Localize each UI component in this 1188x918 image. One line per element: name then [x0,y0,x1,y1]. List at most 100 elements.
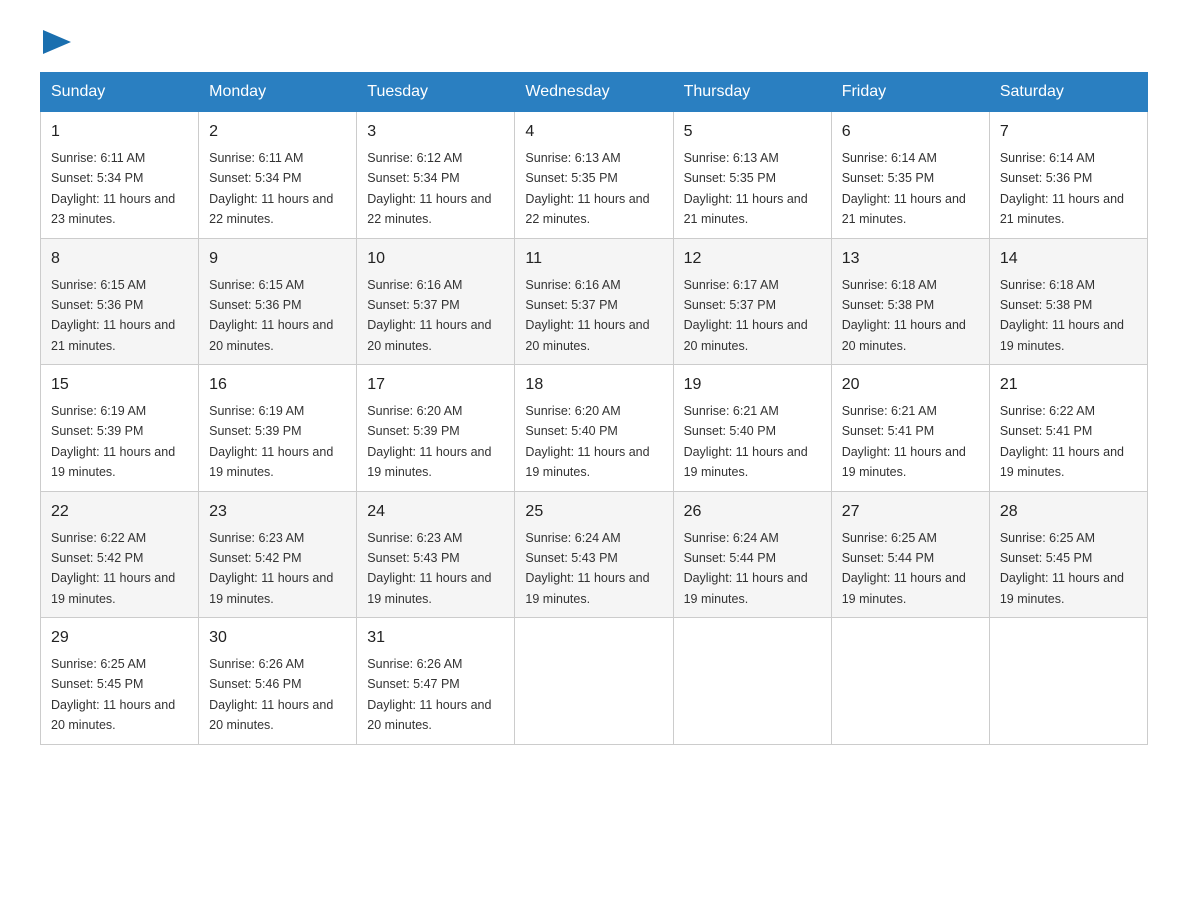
day-number: 2 [209,120,346,144]
day-info: Sunrise: 6:15 AMSunset: 5:36 PMDaylight:… [51,278,175,353]
day-number: 17 [367,373,504,397]
day-cell: 21 Sunrise: 6:22 AMSunset: 5:41 PMDaylig… [989,365,1147,492]
day-info: Sunrise: 6:18 AMSunset: 5:38 PMDaylight:… [842,278,966,353]
day-cell: 31 Sunrise: 6:26 AMSunset: 5:47 PMDaylig… [357,618,515,745]
day-cell: 17 Sunrise: 6:20 AMSunset: 5:39 PMDaylig… [357,365,515,492]
week-row-3: 15 Sunrise: 6:19 AMSunset: 5:39 PMDaylig… [41,365,1148,492]
day-number: 10 [367,247,504,271]
day-info: Sunrise: 6:14 AMSunset: 5:36 PMDaylight:… [1000,151,1124,226]
day-cell: 1 Sunrise: 6:11 AMSunset: 5:34 PMDayligh… [41,112,199,239]
day-cell: 20 Sunrise: 6:21 AMSunset: 5:41 PMDaylig… [831,365,989,492]
day-cell: 14 Sunrise: 6:18 AMSunset: 5:38 PMDaylig… [989,238,1147,365]
day-cell: 29 Sunrise: 6:25 AMSunset: 5:45 PMDaylig… [41,618,199,745]
day-info: Sunrise: 6:26 AMSunset: 5:46 PMDaylight:… [209,657,333,732]
day-cell: 16 Sunrise: 6:19 AMSunset: 5:39 PMDaylig… [199,365,357,492]
day-number: 6 [842,120,979,144]
day-cell [515,618,673,745]
day-cell: 10 Sunrise: 6:16 AMSunset: 5:37 PMDaylig… [357,238,515,365]
day-cell: 27 Sunrise: 6:25 AMSunset: 5:44 PMDaylig… [831,491,989,618]
day-number: 16 [209,373,346,397]
day-cell: 19 Sunrise: 6:21 AMSunset: 5:40 PMDaylig… [673,365,831,492]
day-cell: 15 Sunrise: 6:19 AMSunset: 5:39 PMDaylig… [41,365,199,492]
logo [40,30,71,52]
day-number: 18 [525,373,662,397]
header-saturday: Saturday [989,73,1147,112]
day-number: 3 [367,120,504,144]
day-number: 29 [51,626,188,650]
day-number: 13 [842,247,979,271]
day-number: 24 [367,500,504,524]
day-info: Sunrise: 6:20 AMSunset: 5:40 PMDaylight:… [525,404,649,479]
day-number: 7 [1000,120,1137,144]
day-number: 5 [684,120,821,144]
day-info: Sunrise: 6:22 AMSunset: 5:42 PMDaylight:… [51,531,175,606]
day-cell: 30 Sunrise: 6:26 AMSunset: 5:46 PMDaylig… [199,618,357,745]
day-cell: 7 Sunrise: 6:14 AMSunset: 5:36 PMDayligh… [989,112,1147,239]
calendar-header-row: SundayMondayTuesdayWednesdayThursdayFrid… [41,73,1148,112]
day-info: Sunrise: 6:23 AMSunset: 5:42 PMDaylight:… [209,531,333,606]
day-info: Sunrise: 6:21 AMSunset: 5:40 PMDaylight:… [684,404,808,479]
day-number: 26 [684,500,821,524]
day-cell: 9 Sunrise: 6:15 AMSunset: 5:36 PMDayligh… [199,238,357,365]
day-cell: 4 Sunrise: 6:13 AMSunset: 5:35 PMDayligh… [515,112,673,239]
day-info: Sunrise: 6:21 AMSunset: 5:41 PMDaylight:… [842,404,966,479]
day-info: Sunrise: 6:22 AMSunset: 5:41 PMDaylight:… [1000,404,1124,479]
header-monday: Monday [199,73,357,112]
logo-arrow-icon [43,30,71,54]
day-cell: 18 Sunrise: 6:20 AMSunset: 5:40 PMDaylig… [515,365,673,492]
day-number: 11 [525,247,662,271]
day-info: Sunrise: 6:17 AMSunset: 5:37 PMDaylight:… [684,278,808,353]
day-number: 27 [842,500,979,524]
day-info: Sunrise: 6:12 AMSunset: 5:34 PMDaylight:… [367,151,491,226]
day-info: Sunrise: 6:23 AMSunset: 5:43 PMDaylight:… [367,531,491,606]
day-cell: 22 Sunrise: 6:22 AMSunset: 5:42 PMDaylig… [41,491,199,618]
week-row-5: 29 Sunrise: 6:25 AMSunset: 5:45 PMDaylig… [41,618,1148,745]
day-info: Sunrise: 6:25 AMSunset: 5:45 PMDaylight:… [51,657,175,732]
day-info: Sunrise: 6:14 AMSunset: 5:35 PMDaylight:… [842,151,966,226]
day-cell: 2 Sunrise: 6:11 AMSunset: 5:34 PMDayligh… [199,112,357,239]
day-info: Sunrise: 6:13 AMSunset: 5:35 PMDaylight:… [525,151,649,226]
day-cell: 12 Sunrise: 6:17 AMSunset: 5:37 PMDaylig… [673,238,831,365]
day-number: 31 [367,626,504,650]
day-number: 20 [842,373,979,397]
header-thursday: Thursday [673,73,831,112]
day-number: 23 [209,500,346,524]
day-cell: 5 Sunrise: 6:13 AMSunset: 5:35 PMDayligh… [673,112,831,239]
day-number: 21 [1000,373,1137,397]
day-number: 1 [51,120,188,144]
day-info: Sunrise: 6:11 AMSunset: 5:34 PMDaylight:… [209,151,333,226]
day-info: Sunrise: 6:25 AMSunset: 5:45 PMDaylight:… [1000,531,1124,606]
day-info: Sunrise: 6:13 AMSunset: 5:35 PMDaylight:… [684,151,808,226]
day-cell: 13 Sunrise: 6:18 AMSunset: 5:38 PMDaylig… [831,238,989,365]
day-number: 15 [51,373,188,397]
day-cell [989,618,1147,745]
day-cell: 25 Sunrise: 6:24 AMSunset: 5:43 PMDaylig… [515,491,673,618]
day-info: Sunrise: 6:26 AMSunset: 5:47 PMDaylight:… [367,657,491,732]
day-cell [673,618,831,745]
page-header [40,30,1148,52]
day-cell: 24 Sunrise: 6:23 AMSunset: 5:43 PMDaylig… [357,491,515,618]
day-cell: 3 Sunrise: 6:12 AMSunset: 5:34 PMDayligh… [357,112,515,239]
day-number: 4 [525,120,662,144]
week-row-4: 22 Sunrise: 6:22 AMSunset: 5:42 PMDaylig… [41,491,1148,618]
day-number: 22 [51,500,188,524]
day-info: Sunrise: 6:18 AMSunset: 5:38 PMDaylight:… [1000,278,1124,353]
day-cell [831,618,989,745]
day-info: Sunrise: 6:25 AMSunset: 5:44 PMDaylight:… [842,531,966,606]
day-cell: 26 Sunrise: 6:24 AMSunset: 5:44 PMDaylig… [673,491,831,618]
day-info: Sunrise: 6:15 AMSunset: 5:36 PMDaylight:… [209,278,333,353]
day-number: 25 [525,500,662,524]
day-info: Sunrise: 6:16 AMSunset: 5:37 PMDaylight:… [525,278,649,353]
calendar-table: SundayMondayTuesdayWednesdayThursdayFrid… [40,72,1148,745]
day-number: 28 [1000,500,1137,524]
day-cell: 8 Sunrise: 6:15 AMSunset: 5:36 PMDayligh… [41,238,199,365]
day-number: 30 [209,626,346,650]
day-info: Sunrise: 6:19 AMSunset: 5:39 PMDaylight:… [51,404,175,479]
day-cell: 6 Sunrise: 6:14 AMSunset: 5:35 PMDayligh… [831,112,989,239]
day-info: Sunrise: 6:19 AMSunset: 5:39 PMDaylight:… [209,404,333,479]
header-tuesday: Tuesday [357,73,515,112]
day-info: Sunrise: 6:20 AMSunset: 5:39 PMDaylight:… [367,404,491,479]
day-info: Sunrise: 6:24 AMSunset: 5:43 PMDaylight:… [525,531,649,606]
day-number: 8 [51,247,188,271]
day-cell: 28 Sunrise: 6:25 AMSunset: 5:45 PMDaylig… [989,491,1147,618]
